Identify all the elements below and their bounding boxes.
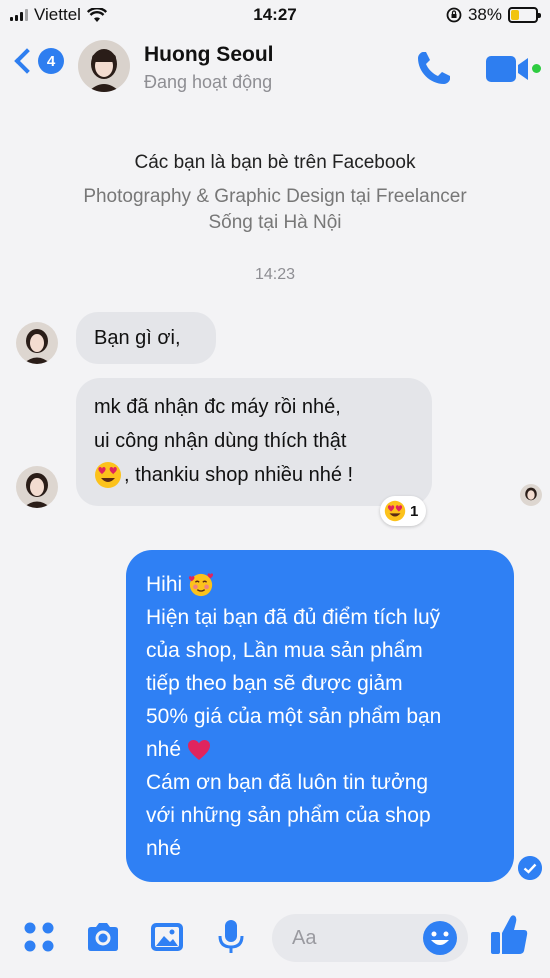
heart-eyes-emoji-icon	[384, 500, 406, 522]
incoming-message[interactable]: mk đã nhận đc máy rồi nhé, ui công nhận …	[76, 378, 432, 506]
message-line: mk đã nhận đc máy rồi nhé,	[94, 396, 341, 418]
sender-avatar[interactable]	[16, 322, 58, 364]
composer-bar	[0, 898, 550, 978]
incoming-message[interactable]: Bạn gì ơi,	[76, 312, 216, 364]
back-button[interactable]: 4	[12, 48, 64, 74]
image-icon[interactable]	[148, 918, 186, 956]
smiling-hearts-emoji-icon	[189, 572, 214, 596]
avatar-photo	[78, 40, 130, 92]
unread-badge: 4	[38, 48, 64, 74]
online-indicator	[532, 64, 541, 73]
video-camera-icon[interactable]	[484, 52, 534, 86]
message-line: nhé	[146, 733, 496, 766]
avatar[interactable]	[78, 40, 130, 92]
chat-header: 4 Huong Seoul Đang hoạt động	[0, 30, 550, 105]
message-line: 50% giá của một sản phẩm bạn	[146, 705, 442, 728]
avatar-photo	[16, 322, 58, 364]
message-line: Cám ơn bạn đã luôn tin tưởng	[146, 771, 429, 794]
friends-note: Các bạn là bạn bè trên Facebook	[134, 152, 416, 173]
phone-icon[interactable]	[414, 48, 454, 88]
work-info: Photography & Graphic Design tại Freelan…	[83, 186, 467, 207]
back-chevron-icon	[14, 48, 40, 74]
status-bar: Viettel 14:27 38%	[0, 0, 550, 30]
camera-icon[interactable]	[84, 918, 122, 956]
sender-avatar[interactable]	[16, 466, 58, 508]
delivered-check-icon	[518, 856, 542, 880]
battery-icon	[508, 7, 541, 23]
location-info: Sống tại Hà Nội	[208, 212, 342, 233]
status-right: 38%	[446, 5, 541, 25]
smiley-icon[interactable]	[422, 920, 458, 956]
red-heart-emoji-icon	[188, 739, 211, 760]
avatar-photo	[520, 484, 542, 506]
message-timestamp: 14:23	[254, 266, 296, 283]
menu-dots-icon[interactable]	[20, 918, 58, 956]
battery-level	[511, 10, 519, 20]
battery-percent: 38%	[467, 5, 502, 24]
message-line: ui công nhận dùng thích thật	[94, 430, 347, 452]
seen-avatar	[520, 484, 542, 506]
message-line: của shop, Lần mua sản phẩm	[146, 639, 423, 662]
message-line: Hihi	[146, 568, 496, 601]
message-line-text: Hihi	[146, 573, 183, 596]
message-input-wrapper	[272, 914, 468, 962]
message-input[interactable]	[292, 914, 422, 962]
contact-name[interactable]: Huong Seoul	[144, 43, 274, 67]
heart-eyes-emoji-icon	[95, 462, 121, 488]
thumbs-up-icon[interactable]	[488, 912, 530, 958]
messenger-chat-screen: Viettel 14:27 38% 4 Huong Seoul Đang hoạ…	[0, 0, 550, 978]
message-line-text: nhé	[146, 738, 182, 761]
reaction-count: 1	[410, 502, 419, 520]
message-line: tiếp theo bạn sẽ được giảm	[146, 672, 403, 695]
message-line: , thankiu shop nhiều nhé !	[94, 458, 414, 492]
message-line: với những sản phẩm của shop	[146, 804, 431, 827]
outgoing-message[interactable]: Hihi Hiện tại bạn đã đủ điểm tích luỹ củ…	[126, 550, 514, 882]
microphone-icon[interactable]	[212, 918, 250, 956]
active-status: Đang hoạt động	[144, 72, 273, 92]
avatar-photo	[16, 466, 58, 508]
message-line: Hiện tại bạn đã đủ điểm tích luỹ	[146, 606, 441, 629]
reaction-badge[interactable]: 1	[380, 496, 427, 526]
message-line-text: , thankiu shop nhiều nhé !	[124, 464, 354, 486]
rotation-lock-icon	[446, 7, 462, 23]
message-line: nhé	[146, 837, 182, 860]
